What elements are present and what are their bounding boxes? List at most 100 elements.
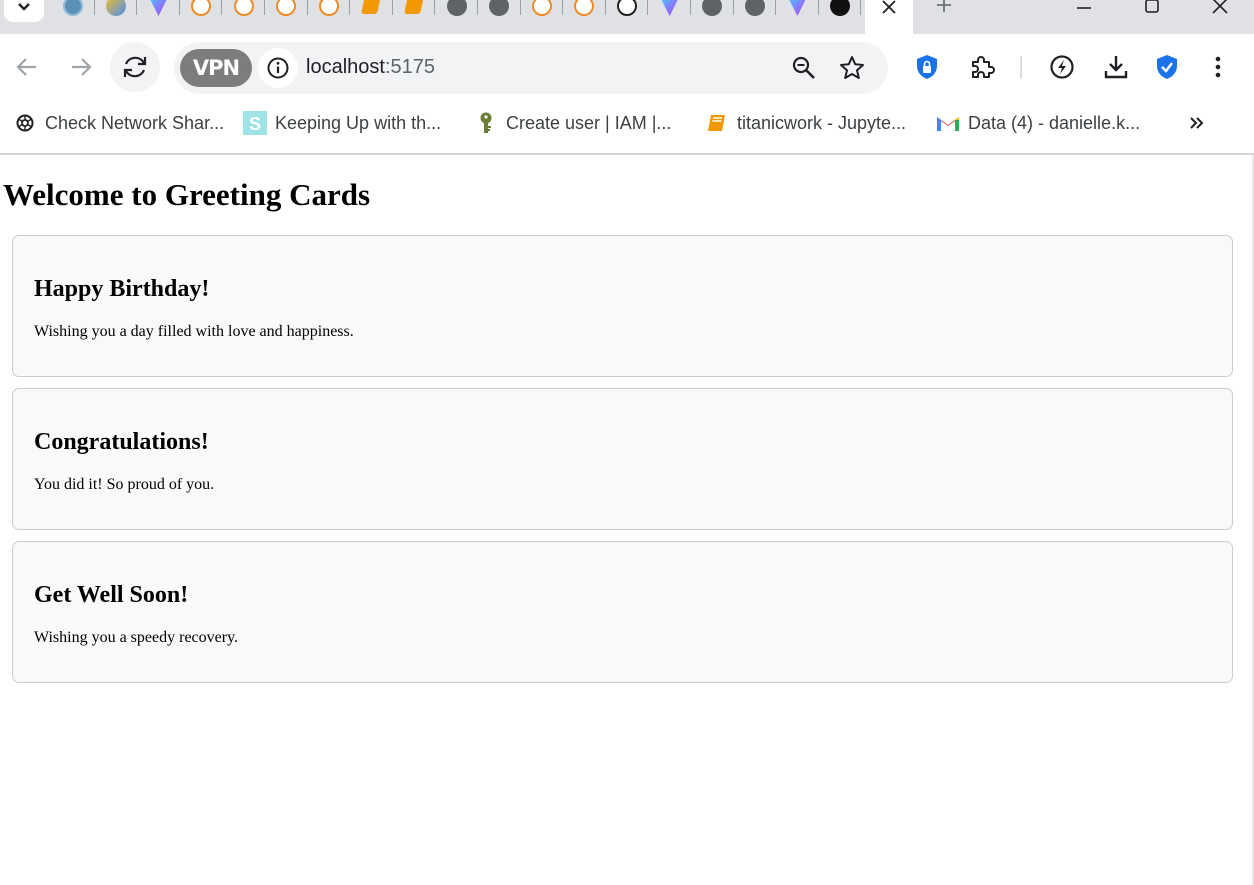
gem-favicon-icon xyxy=(105,0,126,16)
extensions-button[interactable] xyxy=(962,47,1002,87)
edge-favicon-icon xyxy=(233,0,254,16)
zoom-button[interactable] xyxy=(784,48,824,88)
key-icon xyxy=(474,111,498,135)
owl-favicon-icon xyxy=(63,0,84,16)
bookmark-label: Create user | IAM |... xyxy=(506,112,672,133)
browser-tab[interactable] xyxy=(691,0,734,18)
url-port: :5175 xyxy=(384,56,435,78)
card-message: You did it! So proud of you. xyxy=(34,476,215,493)
plus-icon xyxy=(937,0,951,12)
globe-favicon-icon xyxy=(489,0,510,16)
security-extension-button[interactable] xyxy=(1147,47,1187,87)
puzzle-icon xyxy=(972,56,995,78)
back-button[interactable] xyxy=(2,42,52,92)
restore-icon xyxy=(1145,0,1159,13)
more-bookmarks-button[interactable] xyxy=(1180,110,1214,136)
url-text[interactable]: localhost:5175 xyxy=(306,56,435,79)
browser-tab[interactable] xyxy=(563,0,606,18)
browser-tab[interactable] xyxy=(95,0,138,18)
new-tab-button[interactable] xyxy=(930,0,958,16)
reload-icon xyxy=(123,56,147,78)
book-favicon-icon xyxy=(404,0,424,14)
edge-favicon-icon xyxy=(276,0,297,16)
close-tab-icon[interactable] xyxy=(880,0,898,16)
reload-button[interactable] xyxy=(110,42,160,92)
arrow-left-icon xyxy=(16,58,36,76)
maximize-button[interactable] xyxy=(1118,0,1186,20)
svg-text:S: S xyxy=(249,114,261,134)
edge-favicon-icon xyxy=(574,0,595,16)
minimize-button[interactable] xyxy=(1050,0,1118,20)
chevron-down-icon xyxy=(18,3,30,11)
page-title: Welcome to Greeting Cards xyxy=(3,177,371,212)
browser-tab[interactable] xyxy=(734,0,777,18)
globe-favicon-icon xyxy=(702,0,723,16)
card-title: Congratulations! xyxy=(34,429,209,455)
browser-tab[interactable] xyxy=(606,0,649,18)
browser-tab[interactable] xyxy=(648,0,691,18)
tab-separator xyxy=(860,0,862,15)
browser-tab[interactable] xyxy=(350,0,393,18)
gmail-icon xyxy=(936,111,960,135)
bookmark-star-button[interactable] xyxy=(832,48,872,88)
browser-tab[interactable] xyxy=(393,0,436,18)
forward-button[interactable] xyxy=(56,42,106,92)
greeting-card: Congratulations! You did it! So proud of… xyxy=(12,388,1233,530)
password-manager-button[interactable] xyxy=(907,47,947,87)
bookmark-item[interactable]: Check Network Shar... xyxy=(13,110,224,136)
gpt-favicon-icon xyxy=(617,0,638,16)
close-window-button[interactable] xyxy=(1186,0,1254,20)
tab-strip xyxy=(0,0,1254,34)
browser-tab[interactable] xyxy=(308,0,351,18)
vpn-button[interactable]: VPN xyxy=(180,49,252,87)
card-title: Get Well Soon! xyxy=(34,582,189,608)
browser-tab[interactable] xyxy=(521,0,564,18)
tab-search-button[interactable] xyxy=(4,0,44,22)
tab-list xyxy=(52,0,862,18)
book-icon xyxy=(705,111,729,135)
browser-tab[interactable] xyxy=(435,0,478,18)
browser-tab[interactable] xyxy=(819,0,862,18)
vite-favicon-icon xyxy=(659,0,680,16)
web-page: Welcome to Greeting Cards Happy Birthday… xyxy=(0,155,1254,885)
more-vertical-icon xyxy=(1215,56,1221,78)
browser-tab[interactable] xyxy=(265,0,308,18)
speed-icon xyxy=(1050,55,1074,79)
bookmark-item[interactable]: Create user | IAM |... xyxy=(474,110,671,136)
browser-tab[interactable] xyxy=(478,0,521,18)
downloads-button[interactable] xyxy=(1096,47,1136,87)
performance-button[interactable] xyxy=(1042,47,1082,87)
active-tab[interactable] xyxy=(865,0,913,34)
globe-favicon-icon xyxy=(446,0,467,16)
close-icon xyxy=(1212,0,1228,14)
bookmark-label: Check Network Shar... xyxy=(45,112,225,133)
s-letter-icon: S xyxy=(243,111,267,135)
bookmark-label: Data (4) - danielle.k... xyxy=(968,112,1141,133)
chatgpt-icon xyxy=(13,111,37,135)
menu-button[interactable] xyxy=(1198,47,1238,87)
gh-favicon-icon xyxy=(829,0,850,16)
browser-tab[interactable] xyxy=(180,0,223,18)
bookmark-item[interactable]: Data (4) - danielle.k... xyxy=(936,110,1140,136)
book-favicon-icon xyxy=(361,0,382,14)
shield-check-icon xyxy=(1157,55,1177,79)
site-info-button[interactable] xyxy=(258,48,298,88)
bookmark-item[interactable]: titanicwork - Jupyte... xyxy=(705,110,906,136)
bookmark-label: Keeping Up with th... xyxy=(275,112,442,133)
browser-toolbar: VPN localhost:5175 xyxy=(0,34,1254,100)
browser-tab[interactable] xyxy=(137,0,180,18)
bookmark-item[interactable]: S Keeping Up with th... xyxy=(243,110,441,136)
browser-tab[interactable] xyxy=(52,0,95,18)
window-controls xyxy=(1050,0,1254,20)
greeting-card: Happy Birthday! Wishing you a day filled… xyxy=(12,235,1233,377)
globe-favicon-icon xyxy=(744,0,765,16)
address-bar[interactable]: VPN localhost:5175 xyxy=(174,42,888,94)
vite-favicon-icon xyxy=(787,0,808,16)
card-message: Wishing you a speedy recovery. xyxy=(34,629,239,646)
bookmark-label: titanicwork - Jupyte... xyxy=(737,112,907,133)
browser-tab[interactable] xyxy=(222,0,265,18)
download-icon xyxy=(1104,56,1128,79)
greeting-card: Get Well Soon! Wishing you a speedy reco… xyxy=(12,541,1233,683)
edge-favicon-icon xyxy=(531,0,552,16)
browser-tab[interactable] xyxy=(776,0,819,18)
